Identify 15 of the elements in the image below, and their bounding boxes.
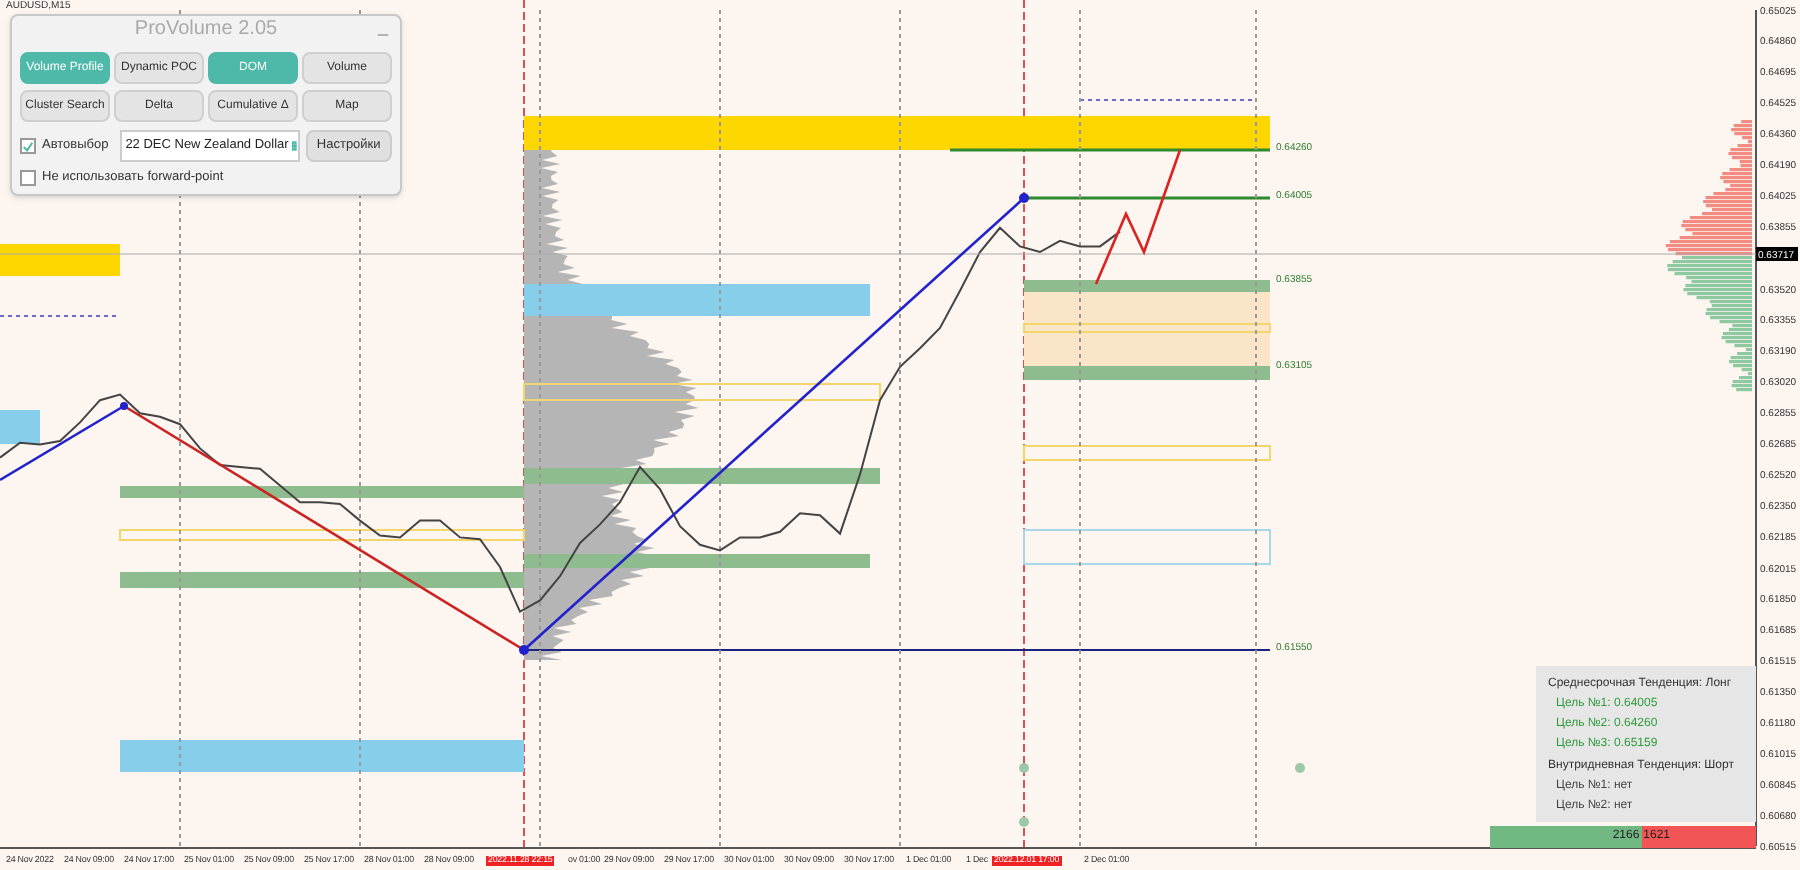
marker-dot [1019,763,1029,773]
minimize-button[interactable]: _ [377,18,388,36]
panel-title: ProVolume 2.05 [134,20,278,40]
check-icon [22,139,34,153]
forecast-line [1094,149,1182,285]
pivot-dot [120,402,128,410]
liquidity-zone [0,410,40,444]
resistance-zone [0,244,120,276]
pivot-dot [1019,193,1029,203]
pivot-dot [519,645,529,655]
checkbox[interactable] [20,169,36,186]
dashed-level-line [0,315,121,317]
marker-dot [1295,763,1305,773]
checkbox[interactable] [20,138,36,154]
marker-dot [1019,817,1029,827]
